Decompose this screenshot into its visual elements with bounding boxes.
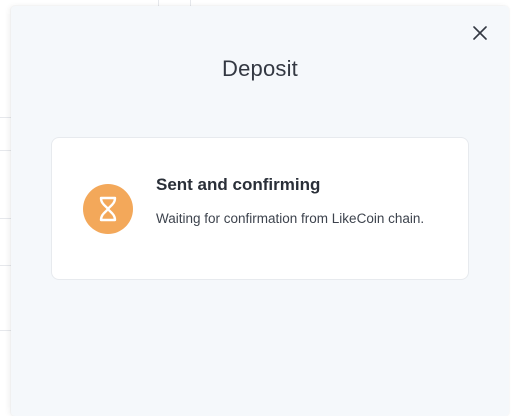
deposit-dialog: Deposit Sent and confirming Waiting for … — [11, 6, 509, 416]
status-description: Waiting for confirmation from LikeCoin c… — [156, 211, 425, 226]
hourglass-icon — [99, 196, 117, 222]
dialog-title: Deposit — [222, 56, 298, 81]
status-icon-badge — [83, 184, 133, 234]
close-icon — [473, 26, 487, 40]
close-button[interactable] — [471, 24, 489, 42]
status-card: Sent and confirming Waiting for confirma… — [51, 137, 469, 280]
status-heading: Sent and confirming — [156, 175, 321, 194]
